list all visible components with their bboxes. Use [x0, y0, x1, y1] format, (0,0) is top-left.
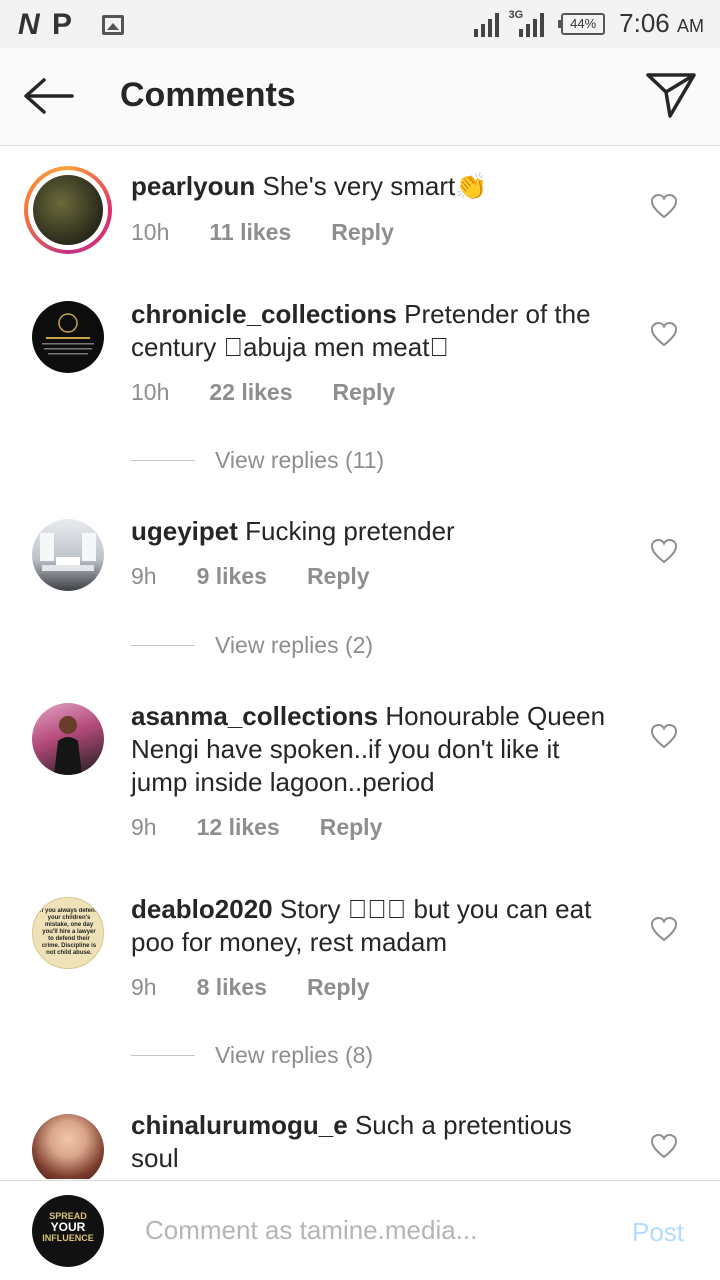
avatar[interactable]: if you always defend your children's mis… — [32, 897, 104, 969]
reply-button[interactable]: Reply — [320, 814, 383, 841]
comment-time: 9h — [131, 563, 157, 589]
signal-icon-2 — [519, 11, 547, 37]
status-system-icons: 3G 44% 7:06 AM — [474, 8, 704, 39]
comment-time: 9h — [131, 814, 157, 840]
signal-icon — [474, 11, 502, 37]
p-notification-icon: P — [52, 8, 73, 41]
avatar[interactable] — [32, 703, 104, 775]
reply-button[interactable]: Reply — [307, 563, 370, 590]
comment-meta: 10h 11 likes Reply — [131, 219, 434, 246]
comments-list[interactable]: pearlyoun She's very smart👏 10h 11 likes… — [0, 147, 720, 1179]
clock: 7:06 AM — [619, 8, 704, 39]
status-notification-icons: N P — [18, 8, 124, 42]
comment-likes[interactable]: 12 likes — [197, 814, 280, 841]
avatar-text-mid: YOUR — [50, 1220, 86, 1234]
heart-icon[interactable] — [650, 321, 678, 347]
comment-text: deablo2020 Story     but you can eat poo… — [131, 893, 621, 959]
comment-username[interactable]: pearlyoun — [131, 171, 255, 201]
view-replies-button[interactable]: View replies (8) — [131, 1042, 373, 1069]
avatar[interactable] — [32, 1114, 104, 1179]
divider — [131, 645, 195, 646]
post-button[interactable]: Post — [632, 1217, 684, 1248]
heart-icon[interactable] — [650, 193, 678, 219]
comment-time: 10h — [131, 219, 170, 245]
comment-body: She's very smart👏 — [262, 171, 488, 201]
image-notification-icon — [102, 15, 124, 35]
person-photo-image — [54, 716, 82, 775]
battery-level: 44% — [570, 15, 597, 31]
comment-username[interactable]: chinalurumogu_e — [131, 1110, 348, 1140]
comment-time: 9h — [131, 974, 157, 1000]
heart-icon[interactable] — [650, 538, 678, 564]
avatar[interactable] — [32, 301, 104, 373]
page-title: Comments — [120, 76, 296, 114]
network-type: 3G — [508, 8, 524, 21]
comment-likes[interactable]: 22 likes — [209, 379, 292, 406]
comment-username[interactable]: ugeyipet — [131, 516, 238, 546]
comment-username[interactable]: asanma_collections — [131, 701, 378, 731]
comment-text: chronicle_collections Pretender of the c… — [131, 298, 621, 364]
avatar-logo-text: SPREAD YOUR INFLUENCE — [32, 1211, 104, 1243]
comment-likes[interactable]: 8 likes — [197, 974, 267, 1001]
story-ring-avatar[interactable] — [24, 166, 112, 254]
room-photo-image — [40, 533, 96, 571]
my-avatar: SPREAD YOUR INFLUENCE — [32, 1195, 104, 1267]
clock-ampm: AM — [677, 16, 704, 36]
divider — [131, 460, 195, 461]
comment-likes[interactable]: 11 likes — [209, 219, 291, 246]
clock-time: 7:06 — [619, 8, 670, 38]
view-replies-button[interactable]: View replies (11) — [131, 447, 384, 474]
n-notification-icon: N — [18, 8, 40, 41]
reply-button[interactable]: Reply — [307, 974, 370, 1001]
header-bar: Comments — [0, 48, 720, 146]
avatar[interactable] — [32, 519, 104, 591]
paper-plane-icon[interactable] — [644, 70, 698, 120]
heart-icon[interactable] — [650, 723, 678, 749]
comment-time: 10h — [131, 379, 170, 405]
comment-input[interactable] — [145, 1215, 615, 1246]
comment-username[interactable]: deablo2020 — [131, 894, 273, 924]
comment-body: Fucking pretender — [245, 516, 455, 546]
avatar-text-bottom: INFLUENCE — [42, 1233, 94, 1243]
heart-icon[interactable] — [650, 916, 678, 942]
comment-composer: SPREAD YOUR INFLUENCE Post — [0, 1180, 720, 1280]
view-replies-button[interactable]: View replies (2) — [131, 632, 373, 659]
view-replies-label: View replies (11) — [215, 447, 385, 473]
view-replies-label: View replies (2) — [215, 632, 374, 658]
comment-meta: 9h 8 likes Reply — [131, 974, 410, 1001]
comment-text: asanma_collections Honourable Queen Neng… — [131, 700, 621, 799]
comment-username[interactable]: chronicle_collections — [131, 299, 397, 329]
divider — [131, 1055, 195, 1056]
comment-meta: 9h 12 likes Reply — [131, 814, 422, 841]
reply-button[interactable]: Reply — [331, 219, 394, 246]
battery-icon: 44% — [558, 12, 606, 35]
chronicle-logo-image — [42, 313, 94, 355]
view-replies-label: View replies (8) — [215, 1042, 374, 1068]
heart-icon[interactable] — [650, 1133, 678, 1159]
comment-meta: 9h 9 likes Reply — [131, 563, 410, 590]
status-bar: N P 3G 44% 7:06 AM — [0, 0, 720, 48]
reply-button[interactable]: Reply — [333, 379, 396, 406]
comment-meta: 10h 22 likes Reply — [131, 379, 435, 406]
comment-text: ugeyipet Fucking pretender — [131, 515, 621, 548]
arrow-left-icon[interactable] — [22, 76, 76, 116]
comment-text: chinalurumogu_e Such a pretentious soul — [131, 1109, 621, 1175]
comment-text: pearlyoun She's very smart👏 — [131, 170, 621, 203]
avatar-quote-text: if you always defend your children's mis… — [39, 908, 99, 956]
comment-likes[interactable]: 9 likes — [197, 563, 267, 590]
